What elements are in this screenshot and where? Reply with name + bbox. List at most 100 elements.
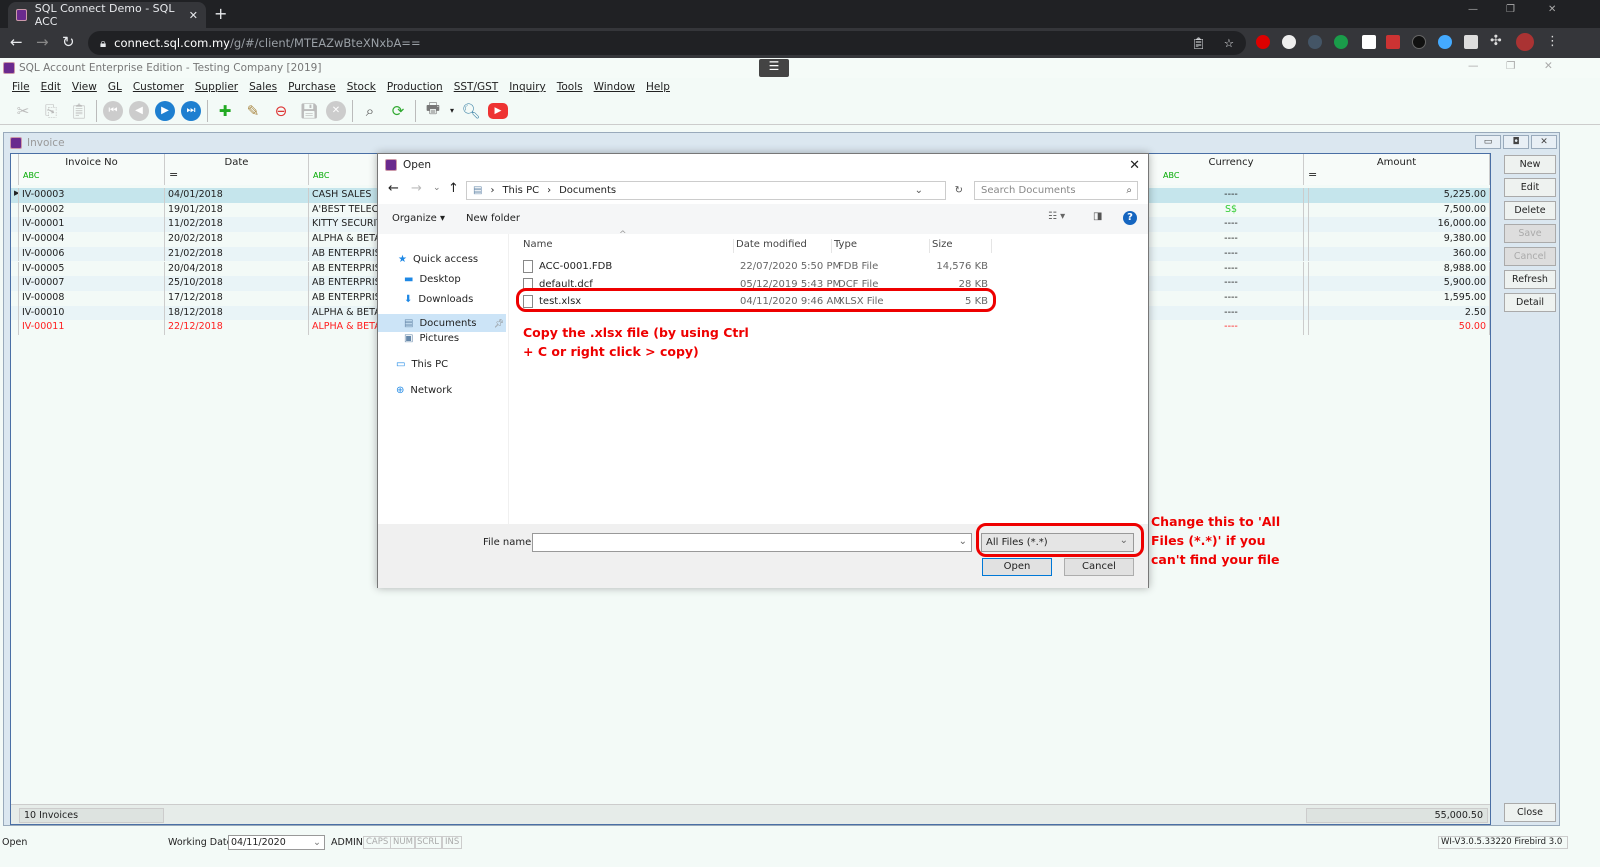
edit-document-icon[interactable]: ✎ [242, 100, 264, 122]
copy-icon[interactable]: ⎘ [40, 100, 62, 122]
menu-help[interactable]: Help [646, 81, 670, 93]
up-arrow-icon[interactable]: ↑ [448, 181, 459, 196]
abc-filter-icon[interactable]: ABC [1163, 171, 1179, 180]
menu-supplier[interactable]: Supplier [195, 81, 238, 93]
close-button[interactable]: Close [1504, 803, 1556, 822]
paste-icon[interactable]: 📋︎ [68, 100, 90, 122]
menu-sstgst[interactable]: SST/GST [454, 81, 499, 93]
crumb-documents[interactable]: Documents [559, 185, 616, 196]
first-record-icon[interactable]: ⏮ [103, 100, 123, 121]
extension-icon[interactable] [1308, 35, 1322, 49]
file-column-header[interactable]: Name [523, 239, 734, 253]
menu-edit[interactable]: Edit [41, 81, 61, 93]
app-minimize-button[interactable]: — [1468, 60, 1479, 72]
clipboard-icon[interactable]: 📋︎ [1191, 36, 1206, 50]
cancel-icon[interactable]: ✕ [326, 100, 346, 121]
dialog-close-icon[interactable]: ✕ [1129, 158, 1140, 173]
invoice-maximize-button[interactable]: ◘ [1503, 135, 1529, 149]
forward-icon[interactable]: → [36, 33, 49, 51]
reload-icon[interactable]: ↻ [62, 33, 75, 51]
extension-icon[interactable] [1438, 35, 1452, 49]
menu-production[interactable]: Production [387, 81, 443, 93]
menu-sales[interactable]: Sales [249, 81, 277, 93]
help-icon[interactable]: ? [1123, 211, 1137, 225]
nav-quick-access[interactable]: ★ Quick access [398, 254, 478, 265]
refresh-button[interactable]: Refresh [1504, 270, 1556, 289]
print-icon[interactable]: 🖶︎ [422, 99, 444, 122]
app-restore-button[interactable]: ❐ [1506, 60, 1515, 72]
view-options-icon[interactable]: ☷ ▾ [1048, 211, 1065, 222]
browser-tab[interactable]: SQL Connect Demo - SQL ACC ✕ [8, 2, 206, 28]
next-record-icon[interactable]: ▶ [155, 100, 175, 121]
bookmark-star-icon[interactable]: ☆ [1224, 36, 1234, 50]
print-dropdown-icon[interactable]: ▾ [450, 106, 454, 115]
refresh-icon[interactable]: ↻ [955, 185, 963, 196]
column-header[interactable]: Invoice No ABC [19, 154, 165, 185]
invoice-close-button[interactable]: ✕ [1531, 135, 1557, 149]
nav-desktop[interactable]: ▬Desktop📌︎ [404, 274, 530, 285]
file-column-header[interactable]: Type [834, 239, 930, 253]
file-row[interactable]: ACC-0001.FDB 22/07/2020 5:50 PM FDB File 14… [509, 258, 989, 275]
print-preview-icon[interactable]: 🔍︎ [460, 100, 482, 122]
organize-button[interactable]: Organize ▾ [392, 213, 445, 224]
previous-record-icon[interactable]: ◀ [129, 100, 149, 121]
extension-icon[interactable] [1282, 35, 1296, 49]
extension-icon[interactable] [1464, 35, 1478, 49]
refresh-icon[interactable]: ⟳ [387, 100, 409, 122]
extension-icon[interactable] [1362, 35, 1376, 49]
open-button[interactable]: Open [982, 558, 1052, 576]
file-column-header[interactable]: Date modified [736, 239, 832, 253]
chevron-down-icon[interactable]: ⌄ [959, 536, 967, 547]
search-documents-input[interactable]: Search Documents ⌕ [974, 181, 1138, 200]
cancel-button[interactable]: Cancel [1064, 558, 1134, 576]
menu-customer[interactable]: Customer [133, 81, 184, 93]
save-icon[interactable]: 💾︎ [298, 100, 320, 122]
new-folder-button[interactable]: New folder [466, 213, 520, 224]
extension-adblock-icon[interactable] [1256, 35, 1270, 49]
menu-view[interactable]: View [72, 81, 97, 93]
equals-filter-icon[interactable]: = [1308, 168, 1317, 181]
extension-icon[interactable] [1334, 35, 1348, 49]
menu-gl[interactable]: GL [108, 81, 122, 93]
menu-purchase[interactable]: Purchase [288, 81, 336, 93]
app-close-button[interactable]: ✕ [1544, 60, 1553, 72]
detail-button[interactable]: Detail [1504, 293, 1556, 312]
new-document-icon[interactable]: ✚ [214, 100, 236, 122]
pin-icon[interactable]: 📌︎ [494, 319, 504, 328]
last-record-icon[interactable]: ⏭ [181, 100, 201, 121]
forward-arrow-icon[interactable]: → [411, 181, 422, 196]
save-button[interactable]: Save [1504, 224, 1556, 243]
invoice-minimize-button[interactable]: ▭ [1475, 135, 1501, 149]
chevron-down-icon[interactable]: ⌄ [915, 185, 923, 196]
abc-filter-icon[interactable]: ABC [23, 171, 39, 180]
new-tab-button[interactable]: + [214, 4, 227, 23]
column-header[interactable]: Currency ABC [1159, 154, 1304, 185]
file-column-header[interactable]: Size [932, 239, 992, 253]
search-icon[interactable]: ⌕ [359, 100, 381, 122]
recent-locations-chevron-icon[interactable]: ⌄ [433, 183, 441, 193]
column-header[interactable]: Date = [165, 154, 309, 185]
youtube-icon[interactable]: ▶ [488, 102, 509, 119]
new-button[interactable]: New [1504, 155, 1556, 174]
menu-inquiry[interactable]: Inquiry [509, 81, 546, 93]
menu-file[interactable]: File [12, 81, 30, 93]
crumb-this-pc[interactable]: This PC [502, 185, 539, 196]
nav-downloads[interactable]: ⬇Downloads📌︎ [404, 294, 530, 305]
nav-network[interactable]: ⊕ Network [396, 385, 452, 396]
profile-avatar[interactable] [1516, 33, 1534, 51]
menu-stock[interactable]: Stock [347, 81, 376, 93]
hamburger-menu-icon[interactable]: ☰ [759, 59, 789, 77]
menu-tools[interactable]: Tools [557, 81, 583, 93]
back-arrow-icon[interactable]: ← [388, 181, 399, 196]
menu-window[interactable]: Window [594, 81, 635, 93]
extension-icon[interactable] [1412, 35, 1426, 49]
equals-filter-icon[interactable]: = [169, 168, 178, 181]
working-date-field[interactable]: 04/11/2020 ⌄ [228, 835, 325, 850]
edit-button[interactable]: Edit [1504, 178, 1556, 197]
extension-icon[interactable] [1386, 35, 1400, 49]
delete-button[interactable]: Delete [1504, 201, 1556, 220]
restore-window-button[interactable]: ❐ [1506, 4, 1515, 15]
preview-pane-icon[interactable]: ◨ [1093, 211, 1102, 222]
cancel-button[interactable]: Cancel [1504, 247, 1556, 266]
nav-this-pc[interactable]: ▭ This PC [396, 359, 448, 370]
